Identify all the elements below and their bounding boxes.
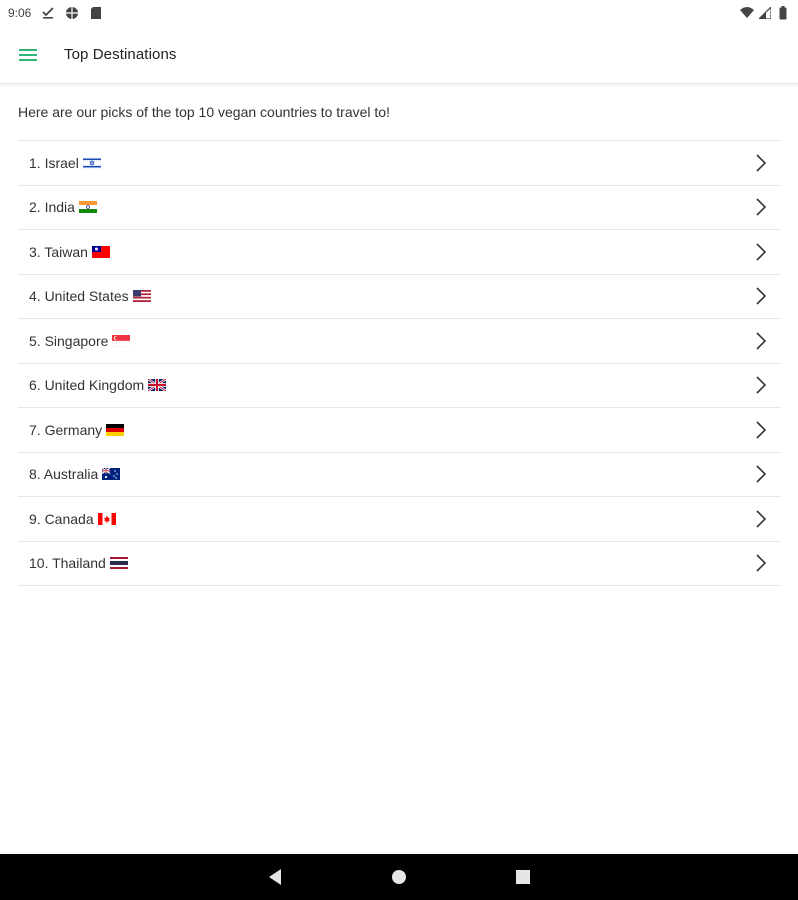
list-item-label: 1. Israel [29, 154, 79, 171]
chevron-right-icon [751, 286, 771, 306]
sd-card-icon [89, 6, 103, 20]
status-right [740, 6, 790, 20]
status-left: 9:06 [8, 6, 103, 20]
list-item[interactable]: 5. Singapore [18, 319, 781, 364]
chevron-right-icon [751, 509, 771, 529]
back-triangle-icon [269, 869, 281, 885]
recents-button[interactable] [511, 865, 535, 889]
globe-icon [65, 6, 79, 20]
chevron-right-icon [751, 464, 771, 484]
back-button[interactable] [263, 865, 287, 889]
thailand-flag-icon [109, 557, 128, 570]
destination-list: 1. Israel 2. India 3. Taiwan 4. United S… [18, 140, 781, 586]
taiwan-flag-icon [91, 245, 110, 258]
list-item-label: 7. Germany [29, 421, 103, 438]
download-done-icon [41, 6, 55, 20]
list-item-label: 3. Taiwan [29, 243, 88, 260]
app-bar: Top Destinations [0, 26, 798, 84]
united-states-flag-icon [132, 290, 151, 303]
status-bar: 9:06 [0, 0, 798, 26]
menu-button[interactable] [0, 26, 56, 84]
wifi-icon [740, 6, 754, 20]
list-item[interactable]: 6. United Kingdom [18, 364, 781, 408]
list-item[interactable]: 10. Thailand [18, 542, 781, 586]
list-item-label: 8. Australia [29, 466, 99, 483]
list-item-label: 6. United Kingdom [29, 377, 145, 394]
list-item[interactable]: 1. Israel [18, 141, 781, 186]
list-item-label: 2. India [29, 199, 75, 216]
home-button[interactable] [387, 865, 411, 889]
list-item[interactable]: 7. Germany [18, 408, 781, 453]
germany-flag-icon [106, 423, 125, 436]
chevron-right-icon [751, 242, 771, 262]
singapore-flag-icon [112, 334, 131, 347]
battery-icon [776, 6, 790, 20]
signal-icon [758, 6, 772, 20]
content: Here are our picks of the top 10 vegan c… [18, 98, 781, 586]
chevron-right-icon [751, 553, 771, 573]
list-item[interactable]: 2. India [18, 186, 781, 230]
chevron-right-icon [751, 420, 771, 440]
list-item-label: 9. Canada [29, 510, 94, 527]
app-title: Top Destinations [64, 46, 177, 63]
israel-flag-icon [82, 156, 101, 169]
india-flag-icon [78, 201, 97, 214]
chevron-right-icon [751, 197, 771, 217]
list-item-label: 4. United States [29, 288, 129, 305]
chevron-right-icon [751, 375, 771, 395]
list-item-label: 5. Singapore [29, 332, 109, 349]
screen: 9:06 Top Destinations Here are our picks… [0, 0, 798, 900]
list-item[interactable]: 9. Canada [18, 497, 781, 542]
home-circle-icon [392, 870, 406, 884]
chevron-right-icon [751, 331, 771, 351]
list-item[interactable]: 3. Taiwan [18, 230, 781, 275]
system-nav-bar [0, 854, 798, 900]
australia-flag-icon [102, 468, 121, 481]
list-item[interactable]: 4. United States [18, 275, 781, 319]
chevron-right-icon [751, 153, 771, 173]
list-item[interactable]: 8. Australia [18, 453, 781, 497]
intro-text: Here are our picks of the top 10 vegan c… [18, 104, 390, 120]
recents-square-icon [516, 870, 530, 884]
canada-flag-icon [97, 512, 116, 525]
status-time: 9:06 [8, 6, 32, 20]
list-item-label: 10. Thailand [29, 555, 106, 572]
united-kingdom-flag-icon [148, 379, 167, 392]
hamburger-menu-icon [19, 48, 37, 61]
